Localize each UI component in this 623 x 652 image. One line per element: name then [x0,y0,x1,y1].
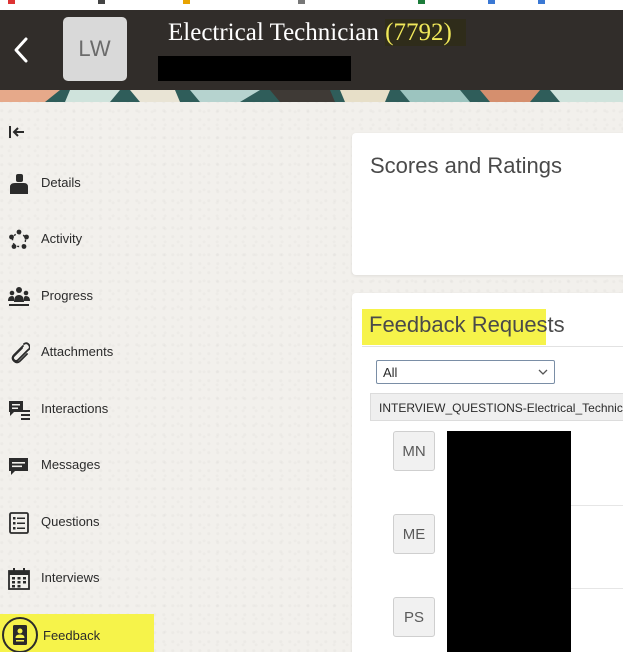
activity-icon [9,229,29,249]
chevron-left-icon [14,37,28,63]
sidebar-item-label: Interviews [41,570,100,585]
sidebar-item-details[interactable]: Details [0,163,150,203]
message-icon [9,458,28,475]
sidebar-item-label: Progress [41,288,94,303]
sidebar-item-interactions[interactable]: Interactions [0,389,150,429]
page-header: LW Electrical Technician (7792) [0,10,623,90]
sidebar-item-label: Feedback [43,628,101,643]
feedback-icon [13,625,27,645]
sidebar-item-label: Interactions [41,401,109,416]
sidebar-item-progress[interactable]: Progress [0,276,150,316]
reviewer-avatar[interactable]: MN [393,431,435,471]
feedback-filter-select[interactable]: All [376,360,555,384]
redacted-reviewer-details [447,431,571,652]
paperclip-icon [11,342,30,364]
candidate-avatar: LW [63,17,127,81]
sidebar-item-questions[interactable]: Questions [0,502,150,542]
sidebar-item-interviews[interactable]: Interviews [0,558,150,598]
sidebar-item-label: Messages [41,457,101,472]
chevron-down-icon [538,369,548,375]
browser-tab-strip [0,0,623,10]
scores-title: Scores and Ratings [370,153,562,178]
sidebar-item-label: Details [41,175,81,190]
feedback-title: Feedback Requests [369,312,565,337]
sidebar-item-label: Questions [41,514,100,529]
scores-card: Scores and Ratings [352,133,623,275]
collapse-sidebar-button[interactable] [8,124,26,140]
redacted-candidate-name [158,56,351,81]
sidebar-item-attachments[interactable]: Attachments [0,332,150,372]
page-title: Electrical Technician (7792) [168,19,466,47]
reviewer-avatar[interactable]: ME [393,514,435,554]
reviewer-avatar[interactable]: PS [393,597,435,637]
sidebar-item-messages[interactable]: Messages [0,445,150,485]
job-id: 7792 [393,19,444,46]
divider [362,346,623,347]
sidebar-item-label: Activity [41,231,83,246]
sidebar-item-activity[interactable]: Activity [0,219,150,259]
decorative-banner [0,90,623,102]
filter-selected-value: All [383,365,398,380]
sidebar-item-label: Attachments [41,344,114,359]
back-button[interactable] [8,32,36,68]
interactions-icon [9,401,30,420]
job-title-text: Electrical Technician [168,19,379,46]
collapse-left-icon [9,126,24,138]
people-icon [8,287,30,306]
checklist-icon [9,512,29,534]
job-id-highlight: (7792) [385,19,466,46]
question-set-row[interactable]: INTERVIEW_QUESTIONS-Electrical_Technicia… [370,393,623,421]
calendar-icon [8,568,30,590]
person-icon [10,174,28,194]
sidebar-item-feedback[interactable]: Feedback [0,614,154,652]
